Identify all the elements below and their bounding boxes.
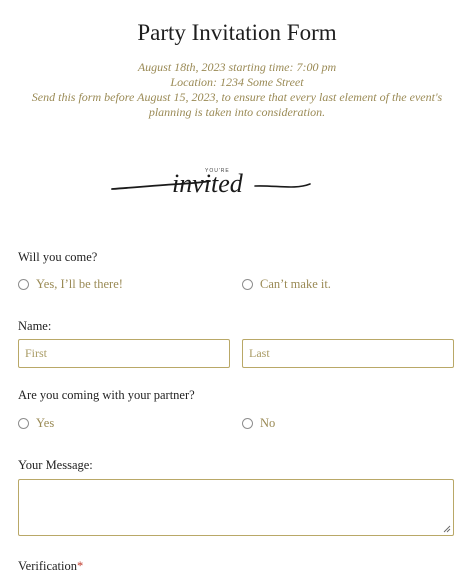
- radio-circle-icon: [18, 279, 29, 290]
- radio-cant-attend[interactable]: Can’t make it.: [242, 277, 331, 292]
- required-asterisk: *: [77, 559, 84, 573]
- radio-partner-no-label: No: [260, 416, 276, 430]
- youre-invited-banner: YOU'RE invited: [111, 168, 311, 198]
- verification-label-text: Verification: [18, 559, 78, 573]
- form-deadline-note-cont: planning is taken into consideration.: [148, 105, 326, 119]
- event-location: Location: 1234 Some Street: [170, 75, 304, 89]
- radio-partner-yes-label: Yes: [36, 416, 55, 430]
- radio-partner-yes[interactable]: Yes: [18, 416, 54, 431]
- radio-cant-attend-label: Can’t make it.: [260, 277, 331, 291]
- form-title: Party Invitation Form: [137, 20, 337, 45]
- radio-circle-icon: [242, 279, 253, 290]
- partner-question-label: Are you coming with your partner?: [18, 388, 195, 402]
- invited-script: invited: [172, 169, 244, 198]
- radio-circle-icon: [18, 418, 29, 429]
- form-deadline-note: Send this form before August 15, 2023, t…: [31, 90, 443, 104]
- invitation-form-page: Party Invitation Form August 18th, 2023 …: [0, 0, 474, 576]
- last-name-input[interactable]: [242, 339, 454, 368]
- radio-yes-attend[interactable]: Yes, I’ll be there!: [18, 277, 123, 292]
- resize-grip-icon[interactable]: [443, 525, 451, 533]
- event-details: August 18th, 2023 starting time: 7:00 pm…: [10, 60, 464, 120]
- first-name-input[interactable]: [18, 339, 230, 368]
- message-label: Your Message:: [18, 458, 93, 472]
- verification-label: Verification*: [18, 559, 83, 574]
- name-label: Name:: [18, 319, 52, 333]
- message-textarea[interactable]: [18, 479, 454, 536]
- radio-partner-no[interactable]: No: [242, 416, 275, 431]
- will-you-come-label: Will you come?: [18, 250, 98, 264]
- radio-yes-attend-label: Yes, I’ll be there!: [36, 277, 123, 291]
- event-date: August 18th, 2023 starting time: 7:00 pm: [137, 60, 337, 74]
- radio-circle-icon: [242, 418, 253, 429]
